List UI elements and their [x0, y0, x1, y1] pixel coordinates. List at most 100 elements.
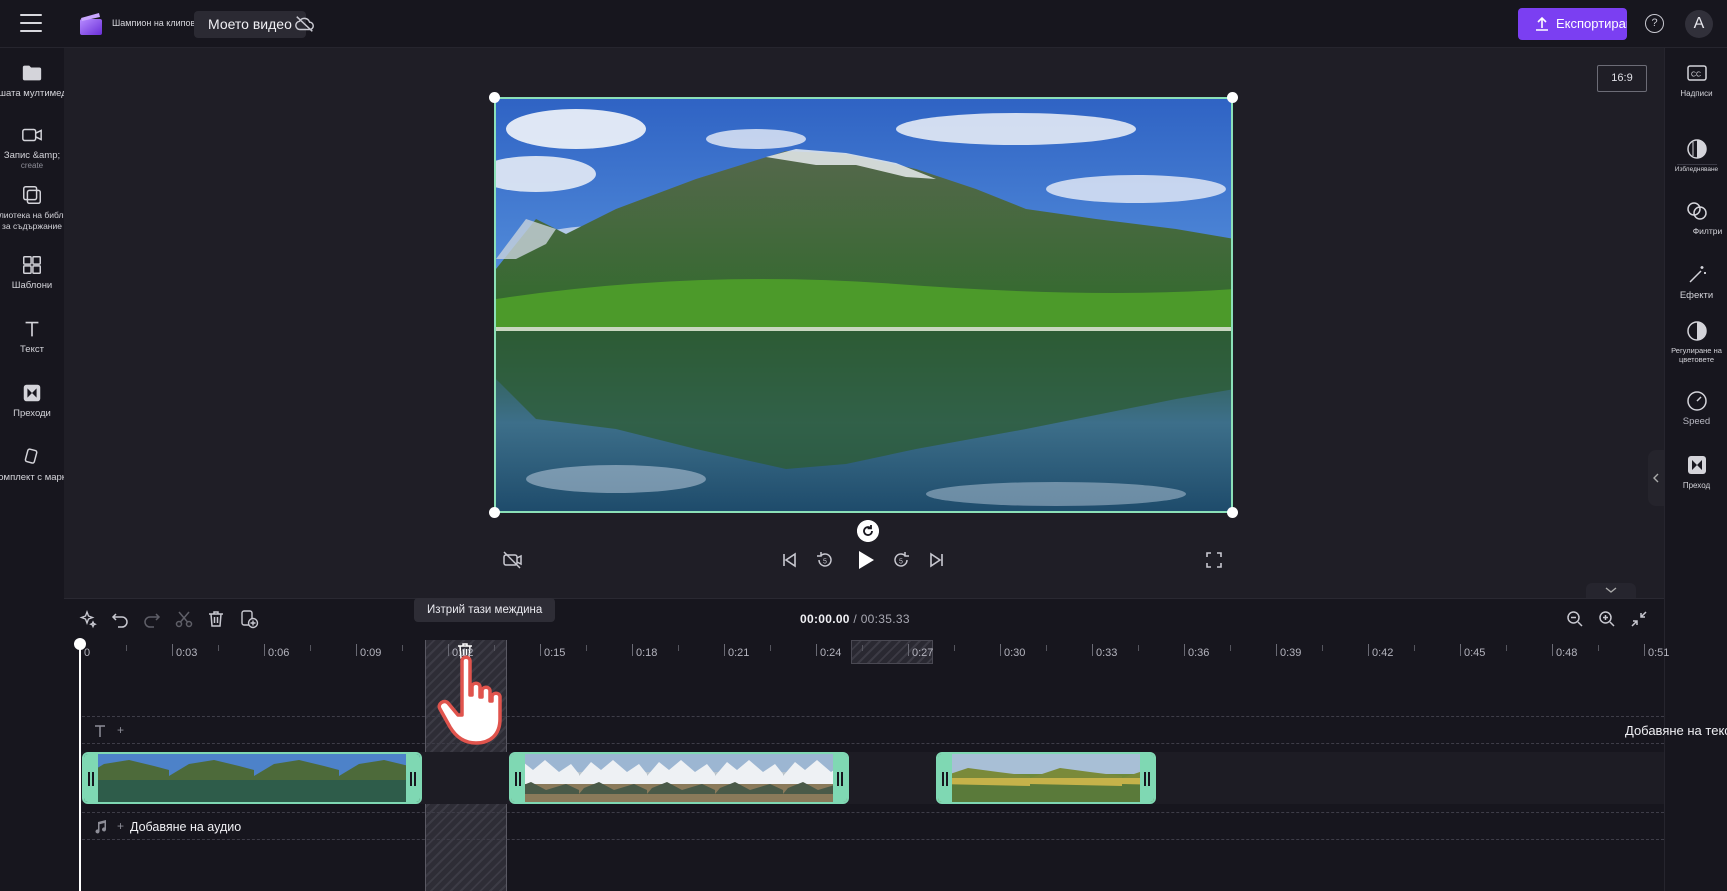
ruler-label: 0:39 [1280, 647, 1302, 659]
sidebar-item-label: Избледняване [1674, 166, 1719, 173]
sidebar-item-label: Speed [1682, 416, 1711, 427]
ruler-label: 0:30 [1004, 647, 1026, 659]
undo-icon[interactable] [110, 609, 130, 629]
ruler-label: 0:42 [1372, 647, 1394, 659]
clip-trim-handle-left[interactable] [938, 754, 952, 802]
sidebar-item-captions[interactable]: CC Надписи [1665, 62, 1727, 99]
sidebar-item-fade[interactable]: Избледняване [1665, 138, 1727, 175]
rewind-5-icon[interactable]: 5 [814, 549, 836, 571]
fullscreen-icon[interactable] [1203, 549, 1225, 571]
menu-icon[interactable] [20, 14, 42, 32]
play-icon[interactable] [853, 548, 877, 572]
ruler-tick [1552, 644, 1553, 656]
text-icon [95, 725, 105, 737]
clip-trim-handle-left[interactable] [84, 754, 98, 802]
fit-timeline-icon[interactable] [1629, 609, 1649, 629]
collapse-timeline-button[interactable] [1586, 583, 1636, 598]
camera-icon [22, 128, 42, 142]
sidebar-item-label: Преход [1682, 481, 1711, 490]
ruler-label: 0:06 [268, 647, 290, 659]
avatar[interactable]: A [1685, 10, 1713, 38]
skip-to-start-icon[interactable] [778, 549, 800, 571]
trash-icon[interactable] [206, 609, 226, 629]
clip-thumbnails [938, 754, 1154, 802]
aspect-ratio-button[interactable]: 16:9 [1597, 65, 1647, 92]
video-clip[interactable] [82, 752, 422, 804]
transitions-icon [23, 384, 41, 402]
ruler-tick [1460, 644, 1461, 656]
hide-preview-icon[interactable] [501, 549, 523, 571]
chevron-down-icon [1605, 587, 1617, 593]
resize-handle-top-left[interactable] [489, 92, 500, 103]
left-sidebar: Вашата мултимедия Запис &amp; create Биб… [0, 48, 90, 891]
ruler-minor-tick [310, 645, 311, 651]
clip-trim-handle-right[interactable] [406, 754, 420, 802]
clip-thumbnails [84, 754, 420, 802]
help-icon[interactable]: ? [1645, 14, 1664, 33]
ruler-tick [264, 644, 265, 656]
export-button[interactable]: Експортиране [1518, 8, 1627, 40]
text-icon [25, 321, 39, 337]
sidebar-item-transition[interactable]: Преход [1665, 454, 1727, 491]
playhead-handle[interactable] [74, 638, 86, 650]
rotate-icon[interactable] [857, 520, 879, 542]
captions-icon: CC [1686, 65, 1707, 81]
zoom-out-icon[interactable] [1565, 609, 1585, 629]
ruler-tick [816, 644, 817, 656]
skip-to-end-icon[interactable] [926, 549, 948, 571]
cloud-off-icon[interactable] [294, 13, 316, 35]
ruler-label: 0:33 [1096, 647, 1118, 659]
sidebar-item-effects[interactable]: Ефекти [1665, 264, 1727, 301]
ruler-tick [908, 644, 909, 656]
collapse-right-panel-button[interactable] [1648, 450, 1664, 506]
ruler-label: 0 [84, 647, 91, 659]
ruler-minor-tick [1046, 645, 1047, 651]
ruler-minor-tick [1322, 645, 1323, 651]
clip-thumbnails [511, 754, 847, 802]
resize-handle-top-right[interactable] [1227, 92, 1238, 103]
fade-icon [1686, 139, 1707, 159]
ruler-minor-tick [954, 645, 955, 651]
content-library-icon [23, 186, 41, 204]
clip-trim-handle-right[interactable] [833, 754, 847, 802]
zoom-in-icon[interactable] [1597, 609, 1617, 629]
ruler-label: 0:45 [1464, 647, 1486, 659]
add-text-label[interactable]: Добавяне на текст [1625, 723, 1727, 738]
playhead[interactable] [79, 640, 81, 891]
ruler-label: 0:03 [176, 647, 198, 659]
ruler-minor-tick [1506, 645, 1507, 651]
redo-icon[interactable] [142, 609, 162, 629]
clip-trim-handle-right[interactable] [1140, 754, 1154, 802]
forward-5-icon[interactable]: 5 [890, 549, 912, 571]
sidebar-item-filters[interactable]: Филтри [1665, 200, 1727, 237]
ruler-tick [632, 644, 633, 656]
video-clip[interactable] [936, 752, 1156, 804]
magic-edit-icon[interactable] [78, 609, 98, 629]
add-plus-icon: + [117, 723, 125, 737]
clip-trim-handle-left[interactable] [511, 754, 525, 802]
add-to-timeline-icon[interactable] [239, 609, 259, 629]
video-clip[interactable] [509, 752, 849, 804]
resize-handle-bottom-left[interactable] [489, 507, 500, 518]
ruler-label: 0:18 [636, 647, 658, 659]
timeline-ruler[interactable]: 0 0:03 0:06 0:09 0:12 0:15 0:18 0:21 0:24 0:27 0:3… [80, 640, 1669, 664]
ruler-minor-tick [126, 645, 127, 651]
svg-text:5: 5 [823, 559, 827, 566]
audio-track[interactable]: + [82, 812, 1664, 840]
clipchamp-logo [80, 13, 102, 35]
text-track[interactable]: + [82, 716, 1664, 744]
svg-text:CC: CC [1691, 72, 1701, 79]
video-preview[interactable] [494, 97, 1233, 513]
time-display: 00:00.00 / 00:35.33 [800, 612, 910, 626]
scissors-icon[interactable] [174, 609, 194, 629]
sidebar-item-color-adjust[interactable]: Регулиране на цветовете [1665, 320, 1727, 364]
hand-cursor-icon [437, 655, 502, 745]
color-adjust-icon [1686, 321, 1707, 341]
add-audio-label[interactable]: Добавяне на аудио [130, 820, 241, 834]
ruler-tick [356, 644, 357, 656]
project-name-field[interactable]: Моето видео [194, 11, 306, 38]
current-time: 00:00.00 [800, 612, 850, 626]
sidebar-item-speed[interactable]: Speed [1665, 390, 1727, 427]
brand-kit-icon [24, 448, 38, 464]
resize-handle-bottom-right[interactable] [1227, 507, 1238, 518]
